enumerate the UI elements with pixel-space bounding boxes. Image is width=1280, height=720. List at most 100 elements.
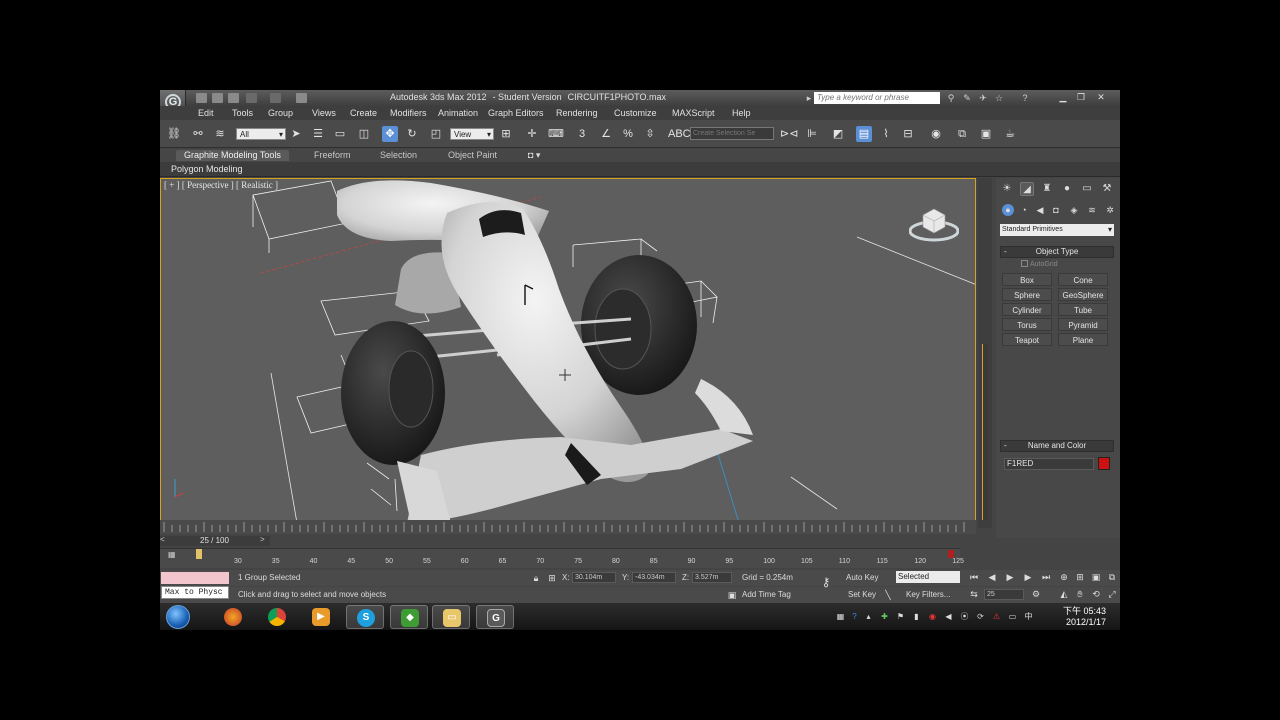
menu-rendering[interactable]: Rendering xyxy=(556,108,598,118)
open-file-icon[interactable] xyxy=(212,93,223,103)
sphere-button[interactable]: Sphere xyxy=(1002,288,1052,301)
ribbon-toggle-icon[interactable]: ◘ ▾ xyxy=(528,150,540,161)
tray-battery-icon[interactable]: ▭ xyxy=(1008,612,1017,621)
window-crossing-icon[interactable]: ◫ xyxy=(356,126,372,142)
previous-frame-icon[interactable]: ◀ xyxy=(986,571,998,583)
lock-icon[interactable]: 🔒︎ xyxy=(530,572,542,584)
redo-icon[interactable] xyxy=(270,93,281,103)
maximize-viewport-icon[interactable]: ⤢ xyxy=(1106,588,1118,600)
systems-icon[interactable]: ✲ xyxy=(1104,204,1116,216)
menu-animation[interactable]: Animation xyxy=(438,108,478,118)
pan-view-icon[interactable]: ✋︎ xyxy=(1074,588,1086,600)
create-tab-icon[interactable]: ☀ xyxy=(1000,182,1014,196)
tray-ime-icon[interactable]: 中 xyxy=(1024,612,1033,621)
menu-views[interactable]: Views xyxy=(312,108,336,118)
name-color-rollout-header[interactable]: - Name and Color xyxy=(1000,440,1114,452)
save-file-icon[interactable] xyxy=(228,93,239,103)
tray-arrow-icon[interactable]: ▴ xyxy=(864,612,873,621)
tab-selection[interactable]: Selection xyxy=(372,150,425,161)
lights-icon[interactable]: ◀ xyxy=(1034,204,1046,216)
help-icon[interactable]: ? xyxy=(1020,93,1030,103)
layer-manager-icon[interactable]: ◩ xyxy=(830,126,846,142)
current-frame-field[interactable]: 25 xyxy=(984,589,1024,600)
modify-tab-icon[interactable]: ◢ xyxy=(1020,182,1034,196)
keyframe-marker[interactable] xyxy=(948,550,954,558)
key-filters-icon[interactable]: ╲ xyxy=(882,589,894,601)
angle-snap-icon[interactable]: ∠ xyxy=(598,126,614,142)
geometry-icon[interactable]: ● xyxy=(1002,204,1014,216)
display-tab-icon[interactable]: ▭ xyxy=(1080,182,1094,196)
orbit-icon[interactable]: ⟲ xyxy=(1090,588,1102,600)
helpers-icon[interactable]: ◈ xyxy=(1068,204,1080,216)
menu-help[interactable]: Help xyxy=(732,108,751,118)
hierarchy-tab-icon[interactable]: ♜ xyxy=(1040,182,1054,196)
zoom-icon[interactable]: ⊕ xyxy=(1058,571,1070,583)
viewcube-icon[interactable] xyxy=(909,205,959,243)
set-key-button[interactable]: Set Key xyxy=(848,590,876,599)
add-time-tag[interactable]: Add Time Tag xyxy=(742,590,791,599)
link-icon[interactable]: ⛓ xyxy=(166,126,182,142)
tray-flag-icon[interactable]: ⚑ xyxy=(896,612,905,621)
tray-update-icon[interactable]: ⟳ xyxy=(976,612,985,621)
spinner-snap-icon[interactable]: ⇳ xyxy=(642,126,658,142)
tray-keyboard-icon[interactable]: ▦ xyxy=(836,612,845,621)
rendered-frame-window-icon[interactable]: ▣ xyxy=(978,126,994,142)
select-object-icon[interactable]: ➤ xyxy=(288,126,304,142)
tab-object-paint[interactable]: Object Paint xyxy=(440,150,505,161)
play-icon[interactable]: ▶ xyxy=(1004,571,1016,583)
menu-customize[interactable]: Customize xyxy=(614,108,657,118)
shapes-icon[interactable]: ◔ xyxy=(1018,204,1030,216)
select-and-move-icon[interactable]: ✥ xyxy=(382,126,398,142)
taskbar-firefox[interactable] xyxy=(214,605,252,629)
zoom-all-icon[interactable]: ⊞ xyxy=(1074,571,1086,583)
align-icon[interactable]: ⊫ xyxy=(804,126,820,142)
taskbar-skype[interactable]: S xyxy=(346,605,384,629)
project-folder-icon[interactable] xyxy=(296,93,307,103)
curve-editor-icon[interactable]: ⌇ xyxy=(878,126,894,142)
polygon-modeling-label[interactable]: Polygon Modeling xyxy=(171,164,243,174)
infocenter-arrow-icon[interactable]: ▸ xyxy=(804,93,814,103)
undo-icon[interactable] xyxy=(246,93,257,103)
time-slider[interactable]: 25 / 100 < > xyxy=(160,535,270,546)
tray-antivirus-icon[interactable]: ⦿ xyxy=(960,612,969,621)
minimize-icon[interactable]: ▁ xyxy=(1056,91,1070,103)
mirror-icon[interactable]: ⊳⊲ xyxy=(780,126,798,142)
keyboard-shortcut-icon[interactable]: ⌨ xyxy=(548,126,564,142)
snaps-toggle-icon[interactable]: 3 xyxy=(574,126,590,142)
zoom-extents-all-icon[interactable]: ⧉ xyxy=(1106,571,1118,583)
maxscript-listener-pink[interactable] xyxy=(161,572,229,584)
menu-edit[interactable]: Edit xyxy=(198,108,214,118)
go-to-end-icon[interactable]: ⏭ xyxy=(1040,571,1052,583)
rect-selection-region-icon[interactable]: ▭ xyxy=(332,126,348,142)
time-config-icon[interactable]: ⚙ xyxy=(1030,588,1042,600)
taskbar-media-player[interactable]: ▶ xyxy=(302,605,340,629)
cone-button[interactable]: Cone xyxy=(1058,273,1108,286)
autogrid-checkbox[interactable]: AutoGrid xyxy=(1021,260,1058,268)
material-editor-icon[interactable]: ◉ xyxy=(928,126,944,142)
ref-coord-system-dropdown[interactable]: View xyxy=(450,128,494,141)
z-coordinate-field[interactable]: 3.527m xyxy=(692,572,732,583)
tray-alert-icon[interactable]: ⚠ xyxy=(992,612,1001,621)
plane-button[interactable]: Plane xyxy=(1058,333,1108,346)
taskbar-chrome[interactable] xyxy=(258,605,296,629)
utilities-tab-icon[interactable]: ⚒ xyxy=(1100,182,1114,196)
taskbar-clock[interactable]: 下午 05:43 2012/1/17 xyxy=(1050,606,1106,628)
y-coordinate-field[interactable]: -43.034m xyxy=(632,572,676,583)
object-color-swatch[interactable] xyxy=(1098,457,1110,470)
tray-network-icon[interactable]: ▮ xyxy=(912,612,921,621)
tab-freeform[interactable]: Freeform xyxy=(306,150,359,161)
next-frame-icon[interactable]: ▶︎ xyxy=(1022,571,1034,583)
key-set-dropdown[interactable]: Selected xyxy=(896,571,960,583)
percent-snap-icon[interactable]: % xyxy=(620,126,636,142)
viewport-side-scrollbar[interactable] xyxy=(978,178,992,528)
select-and-rotate-icon[interactable]: ↻ xyxy=(404,126,420,142)
infocenter-search-input[interactable] xyxy=(814,92,940,104)
tube-button[interactable]: Tube xyxy=(1058,303,1108,316)
maximize-icon[interactable]: ❐ xyxy=(1074,91,1088,103)
start-menu-icon[interactable] xyxy=(166,605,190,629)
binoculars-icon[interactable]: ⚲ xyxy=(946,93,956,103)
named-selection-sets-field[interactable]: Create Selection Se xyxy=(690,127,774,140)
time-slider-prev-icon[interactable]: < xyxy=(160,535,165,544)
menu-create[interactable]: Create xyxy=(350,108,377,118)
subscription-key-icon[interactable]: ✎ xyxy=(962,93,972,103)
